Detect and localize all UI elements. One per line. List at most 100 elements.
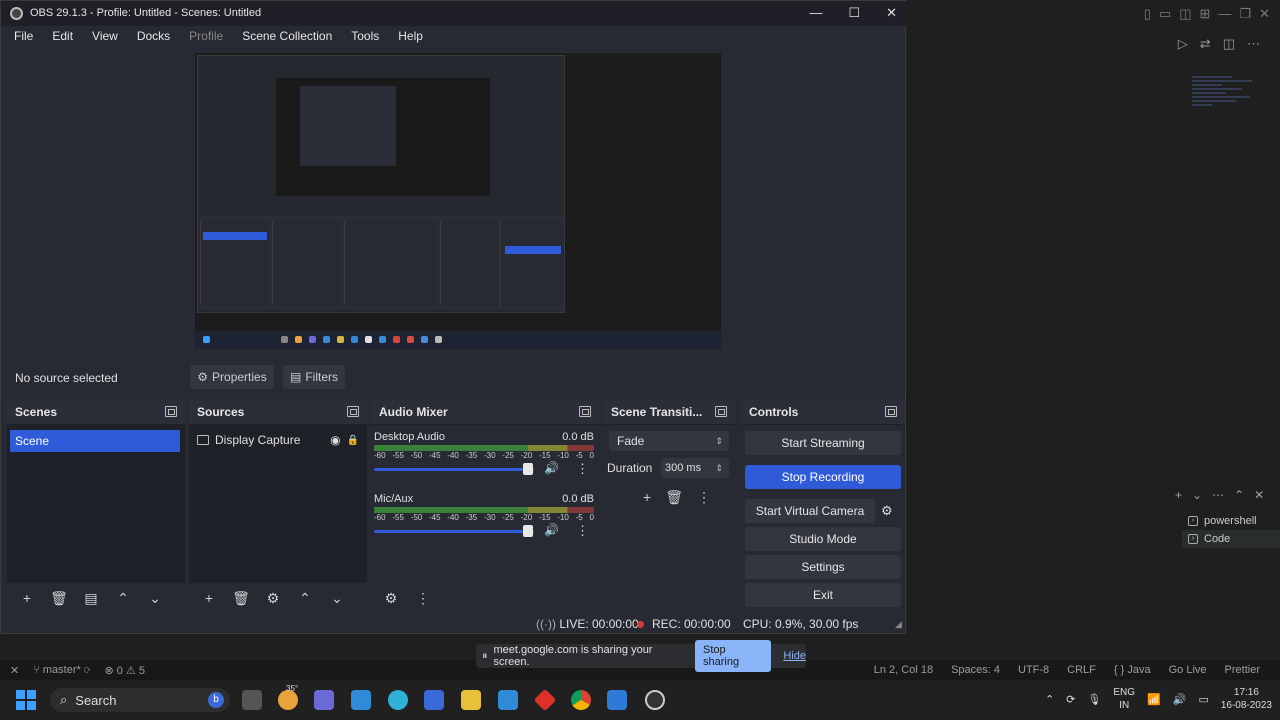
source-item[interactable]: Display Capture ◉ 🔒 [197, 431, 359, 449]
chevron-up-icon[interactable]: ⌃ [1234, 488, 1244, 502]
undock-icon[interactable] [885, 406, 897, 417]
language-indicator[interactable]: ENG IN [1113, 686, 1135, 712]
volume-slider-handle[interactable] [522, 463, 533, 475]
dropbox-icon[interactable] [498, 690, 518, 710]
obs-icon[interactable] [645, 690, 665, 710]
transition-select[interactable]: Fade ⇕ [609, 431, 729, 451]
filters-button[interactable]: ▤ Filters [283, 365, 345, 389]
problems-status[interactable]: ⊗ 0 ⚠ 5 [104, 664, 145, 677]
edge-icon[interactable] [388, 690, 408, 710]
go-live[interactable]: Go Live [1169, 664, 1207, 676]
obs-title-bar[interactable]: OBS 29.1.3 - Profile: Untitled - Scenes:… [1, 1, 907, 26]
hide-link[interactable]: Hide [783, 650, 806, 662]
wifi-icon[interactable]: 📶 [1147, 693, 1161, 706]
branch-status[interactable]: ⑂ master* ⟳ [33, 664, 90, 676]
restore-icon[interactable]: ❐ [1239, 6, 1251, 22]
chevron-down-icon[interactable]: ⌄ [327, 588, 347, 608]
grid-icon[interactable]: ⊞ [1200, 6, 1211, 22]
teams-icon[interactable] [314, 690, 334, 710]
trash-icon[interactable]: 🗑 [231, 588, 251, 608]
undock-icon[interactable] [347, 406, 359, 417]
scene-item[interactable]: Scene [10, 430, 180, 452]
windows-start-icon[interactable] [16, 690, 36, 710]
speaker-icon[interactable]: 🔊 [544, 523, 559, 537]
menu-view[interactable]: View [86, 26, 124, 46]
stop-sharing-button[interactable]: Stop sharing [695, 640, 772, 672]
compare-icon[interactable]: ⇄ [1200, 36, 1211, 52]
terminal-item-powershell[interactable]: › powershell [1182, 512, 1280, 530]
language-mode[interactable]: { } Java [1114, 664, 1151, 676]
close-icon[interactable]: ✕ [1254, 488, 1264, 502]
store-icon[interactable] [424, 690, 444, 710]
volume-icon[interactable]: 🔊 [1173, 693, 1187, 706]
chrome-icon[interactable] [571, 690, 591, 710]
menu-file[interactable]: File [8, 26, 39, 46]
lock-icon[interactable]: 🔒 [347, 435, 359, 446]
volume-slider-handle[interactable] [522, 525, 533, 537]
split-editor-icon[interactable]: ◫ [1223, 36, 1235, 52]
trash-icon[interactable]: 🗑 [665, 489, 683, 506]
menu-scene-collection[interactable]: Scene Collection [236, 26, 338, 46]
line-ending[interactable]: CRLF [1067, 664, 1096, 676]
task-view-icon[interactable] [242, 690, 262, 710]
menu-edit[interactable]: Edit [46, 26, 79, 46]
eye-icon[interactable]: ◉ [330, 433, 340, 447]
start-virtual-camera-button[interactable]: Start Virtual Camera [745, 499, 875, 523]
vscode-icon[interactable] [607, 690, 627, 710]
chevron-down-icon[interactable]: ⌄ [145, 588, 165, 608]
more-vertical-icon[interactable]: ⋮ [576, 461, 589, 477]
minimize-button[interactable]: — [809, 5, 822, 21]
more-vertical-icon[interactable]: ⋮ [697, 489, 711, 506]
mail-icon[interactable] [351, 690, 371, 710]
more-icon[interactable]: ⋯ [1247, 36, 1260, 52]
panel-icon[interactable]: ▭ [1159, 6, 1171, 22]
minimize-icon[interactable]: — [1218, 6, 1231, 22]
encoding[interactable]: UTF-8 [1018, 664, 1049, 676]
weather-icon[interactable] [278, 690, 298, 710]
taskbar-search[interactable]: ⌕ Search b [50, 688, 230, 712]
chevron-up-icon[interactable]: ⌃ [1045, 693, 1054, 706]
chevron-up-icon[interactable]: ⌃ [295, 588, 315, 608]
menu-profile[interactable]: Profile [183, 26, 229, 46]
chevron-down-icon[interactable]: ⌄ [1192, 488, 1202, 502]
cursor-position[interactable]: Ln 2, Col 18 [874, 664, 933, 676]
layout-icon[interactable]: ▯ [1144, 6, 1151, 22]
sidebar-icon[interactable]: ◫ [1179, 6, 1191, 22]
volume-slider[interactable] [374, 468, 534, 471]
undock-icon[interactable] [165, 406, 177, 417]
gear-icon[interactable]: ⚙ [263, 588, 283, 608]
menu-docks[interactable]: Docks [131, 26, 176, 46]
settings-button[interactable]: Settings [745, 555, 901, 579]
duration-spinbox[interactable]: 300 ms ⇕ [661, 458, 729, 478]
new-terminal-icon[interactable]: + [1175, 488, 1182, 502]
spin-arrows-icon[interactable]: ⇕ [715, 458, 723, 478]
clock[interactable]: 17:16 16-08-2023 [1221, 686, 1272, 712]
close-button[interactable]: ✕ [886, 5, 897, 21]
battery-icon[interactable]: ▭ [1198, 693, 1208, 706]
sync-icon[interactable]: ⟳ [1066, 693, 1075, 706]
chevron-up-icon[interactable]: ⌃ [113, 588, 133, 608]
add-icon[interactable]: + [199, 588, 219, 608]
advanced-audio-icon[interactable]: ⚙ [381, 588, 401, 608]
menu-tools[interactable]: Tools [345, 26, 385, 46]
remote-icon[interactable]: ✕ [10, 664, 19, 677]
add-icon[interactable]: + [643, 489, 651, 506]
exit-button[interactable]: Exit [745, 583, 901, 607]
drag-handle-icon[interactable]: ⏸ [482, 650, 488, 663]
undock-icon[interactable] [579, 406, 591, 417]
undock-icon[interactable] [715, 406, 727, 417]
virtual-camera-settings-icon[interactable]: ⚙ [881, 503, 893, 519]
git-icon[interactable] [533, 688, 557, 712]
prettier[interactable]: Prettier [1225, 664, 1260, 676]
minimap[interactable] [1192, 74, 1272, 164]
add-icon[interactable]: + [17, 588, 37, 608]
volume-slider[interactable] [374, 530, 534, 533]
menu-help[interactable]: Help [392, 26, 429, 46]
start-streaming-button[interactable]: Start Streaming [745, 431, 901, 455]
filter-icon[interactable]: ▤ [81, 588, 101, 608]
file-explorer-icon[interactable] [461, 690, 481, 710]
trash-icon[interactable]: 🗑 [49, 588, 69, 608]
indentation[interactable]: Spaces: 4 [951, 664, 1000, 676]
more-vertical-icon[interactable]: ⋮ [576, 523, 589, 539]
microphone-icon[interactable]: 🎙 [1087, 693, 1101, 706]
